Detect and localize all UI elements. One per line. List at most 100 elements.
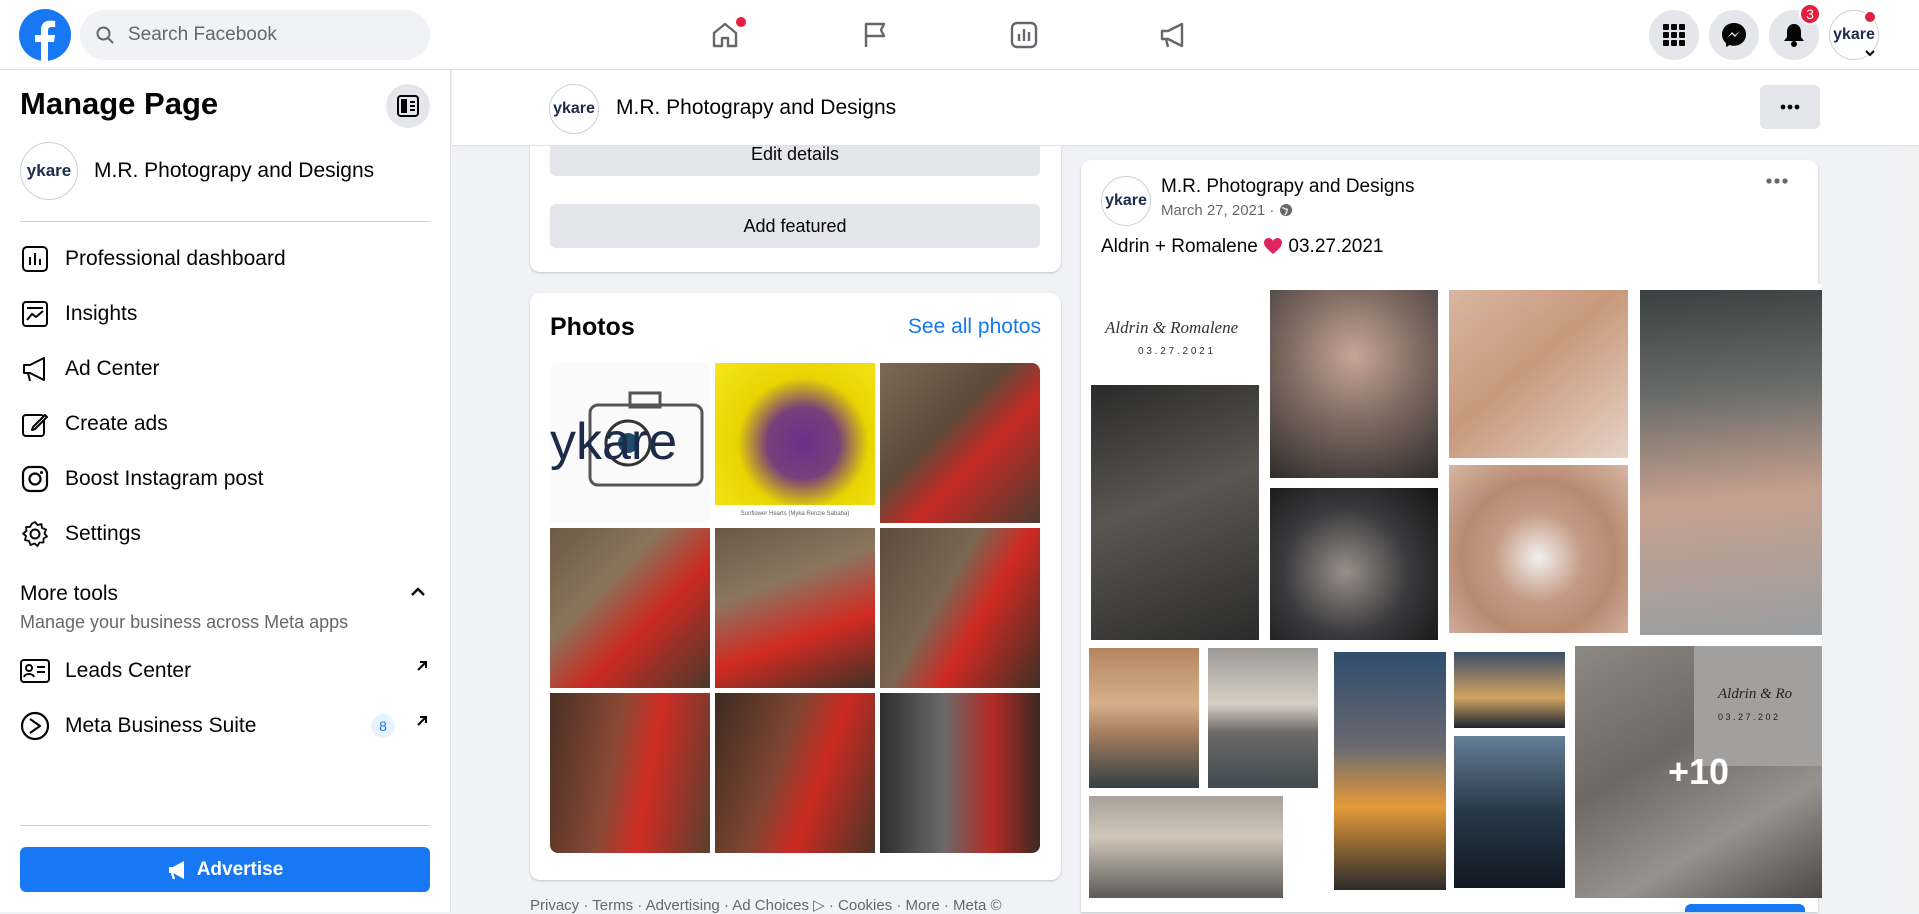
sidebar-item-label: Boost Instagram post bbox=[65, 467, 264, 490]
photo-thumbnail[interactable] bbox=[715, 528, 875, 688]
top-navigation-bar: 3 ykare bbox=[0, 0, 1919, 70]
instagram-icon bbox=[20, 464, 50, 494]
photos-title: Photos bbox=[550, 313, 635, 341]
add-featured-button[interactable]: Add featured bbox=[550, 204, 1040, 248]
megaphone-icon bbox=[1160, 22, 1184, 48]
sidebar-item-label: Create ads bbox=[65, 412, 168, 435]
facebook-logo[interactable] bbox=[19, 9, 71, 61]
sidebar-item-insights[interactable]: Insights bbox=[20, 291, 430, 337]
sidebar-item-settings[interactable]: Settings bbox=[20, 511, 430, 557]
nav-insights[interactable] bbox=[1004, 15, 1044, 55]
photo-thumbnail[interactable] bbox=[550, 528, 710, 688]
sidebar-item-meta-business-suite[interactable]: Meta Business Suite 8 bbox=[20, 703, 430, 749]
nav-pages[interactable] bbox=[855, 15, 895, 55]
page-header: ykare M.R. Photograpy and Designs bbox=[452, 70, 1919, 146]
photo-thumbnail[interactable] bbox=[715, 693, 875, 853]
search-icon bbox=[96, 26, 114, 44]
footer-links[interactable]: Privacy · Terms · Advertising · Ad Choic… bbox=[530, 896, 1002, 914]
sidebar-item-professional-dashboard[interactable]: Professional dashboard bbox=[20, 236, 430, 282]
insights-icon bbox=[1010, 21, 1038, 49]
chevron-down-icon[interactable] bbox=[1864, 48, 1876, 58]
external-link-icon bbox=[417, 716, 427, 726]
avatar-logo-text: ykare bbox=[1833, 26, 1875, 43]
photo-thumbnail[interactable]: ykare bbox=[550, 363, 710, 523]
post-date[interactable]: March 27, 2021 · bbox=[1161, 202, 1293, 219]
more-tools-heading: More tools bbox=[20, 582, 119, 605]
more-photos-overlay[interactable]: +10 bbox=[1575, 646, 1822, 898]
photo-portrait[interactable] bbox=[1270, 290, 1438, 478]
more-dots-icon bbox=[1780, 104, 1800, 110]
post-author-avatar[interactable]: ykare bbox=[1101, 176, 1151, 226]
sidebar-collapse-button[interactable] bbox=[386, 84, 430, 128]
chevron-up-icon[interactable] bbox=[410, 586, 426, 598]
sidebar-item-label: Insights bbox=[65, 302, 138, 325]
photo-beach-table[interactable] bbox=[1208, 648, 1318, 788]
page-avatar-text: ykare bbox=[553, 100, 595, 117]
photo-thumbnail[interactable] bbox=[550, 693, 710, 853]
title-card-image[interactable]: Aldrin & Romalene 0 3 . 2 7 . 2 0 2 1 bbox=[1091, 290, 1259, 385]
advertise-label: Advertise bbox=[196, 858, 284, 880]
photo-thumbnail[interactable] bbox=[880, 528, 1040, 688]
external-link-icon bbox=[417, 661, 427, 671]
sidebar-page-name: M.R. Photograpy and Designs bbox=[94, 159, 375, 182]
page-scrollbar[interactable] bbox=[1899, 70, 1919, 912]
page-header-name[interactable]: M.R. Photograpy and Designs bbox=[616, 96, 896, 120]
sidebar-panel-icon bbox=[397, 95, 419, 117]
megaphone-icon bbox=[20, 354, 50, 384]
photo-embrace[interactable] bbox=[1640, 290, 1822, 635]
photo-thumbnail[interactable] bbox=[880, 693, 1040, 853]
photo-thumbnail[interactable] bbox=[880, 363, 1040, 523]
post-text: Aldrin + Romalene 03.27.2021 bbox=[1101, 236, 1384, 258]
photo-sunset-silhouette[interactable] bbox=[1454, 652, 1565, 728]
photo-watch[interactable] bbox=[1449, 465, 1628, 633]
photo-more-collage[interactable]: Aldrin & Ro 0 3 . 2 7 . 2 0 2 +10 bbox=[1575, 646, 1822, 898]
title-card-text: Aldrin & Romalene bbox=[1105, 318, 1239, 337]
nav-home[interactable] bbox=[705, 15, 748, 55]
photo-couple-night[interactable] bbox=[1091, 385, 1259, 640]
post-card: ykare M.R. Photograpy and Designs March … bbox=[1081, 160, 1822, 912]
globe-icon bbox=[1279, 204, 1292, 216]
see-all-photos-link[interactable]: See all photos bbox=[908, 315, 1041, 339]
partial-button[interactable] bbox=[1685, 904, 1805, 912]
sidebar-item-leads-center[interactable]: Leads Center bbox=[20, 648, 430, 694]
account-notification-dot bbox=[1863, 10, 1877, 24]
messenger-button[interactable] bbox=[1709, 10, 1759, 60]
photo-silhouette-kiss[interactable] bbox=[1454, 736, 1565, 888]
nav-ad-center[interactable] bbox=[1153, 15, 1193, 55]
sidebar-item-label: Leads Center bbox=[65, 659, 192, 682]
flag-icon bbox=[864, 22, 886, 47]
post-author-name[interactable]: M.R. Photograpy and Designs bbox=[1161, 176, 1414, 198]
sidebar-item-boost-instagram[interactable]: Boost Instagram post bbox=[20, 456, 430, 502]
post-media-collage[interactable]: Aldrin & Romalene 0 3 . 2 7 . 2 0 2 1 Al… bbox=[1081, 284, 1822, 898]
pencil-icon bbox=[20, 409, 50, 439]
page-more-button[interactable] bbox=[1760, 85, 1820, 129]
photo-sunset-pier[interactable] bbox=[1334, 652, 1446, 890]
sidebar-item-label: Meta Business Suite bbox=[65, 714, 257, 737]
search-box[interactable] bbox=[80, 10, 430, 60]
messenger-icon bbox=[1722, 23, 1746, 47]
photo-lights[interactable] bbox=[1270, 488, 1438, 640]
sidebar-item-ad-center[interactable]: Ad Center bbox=[20, 346, 430, 392]
photo-grid: ykare Sunflower Hearts (Myka Renzie Saba… bbox=[550, 363, 1040, 853]
photo-couple-beach[interactable] bbox=[1089, 796, 1283, 898]
photo-thumbnail[interactable]: Sunflower Hearts (Myka Renzie Sababa) bbox=[715, 363, 875, 523]
more-dots-icon[interactable] bbox=[1766, 178, 1788, 184]
photo-beach-wine[interactable] bbox=[1089, 648, 1199, 788]
search-input[interactable] bbox=[126, 23, 390, 47]
menu-button[interactable] bbox=[1649, 10, 1699, 60]
sidebar-page-switcher[interactable]: ykare M.R. Photograpy and Designs bbox=[20, 142, 374, 200]
post-date-text: March 27, 2021 · bbox=[1161, 202, 1279, 219]
page-avatar: ykare bbox=[20, 142, 78, 200]
advertise-button[interactable]: Advertise bbox=[20, 847, 430, 892]
heart-icon bbox=[1264, 238, 1283, 254]
post-avatar-text: ykare bbox=[1105, 192, 1147, 209]
photo-ring[interactable] bbox=[1449, 290, 1628, 458]
post-text-part: Aldrin + Romalene bbox=[1101, 236, 1264, 257]
page-avatar[interactable]: ykare bbox=[549, 84, 599, 134]
photos-card: Photos See all photos ykare Sunflower He… bbox=[530, 293, 1061, 880]
contact-card-icon bbox=[20, 656, 50, 686]
sidebar-item-create-ads[interactable]: Create ads bbox=[20, 401, 430, 447]
title-card-date: 0 3 . 2 7 . 2 0 2 1 bbox=[1138, 346, 1214, 357]
camera-logo-image: ykare bbox=[550, 391, 704, 487]
dashboard-icon bbox=[20, 244, 50, 274]
